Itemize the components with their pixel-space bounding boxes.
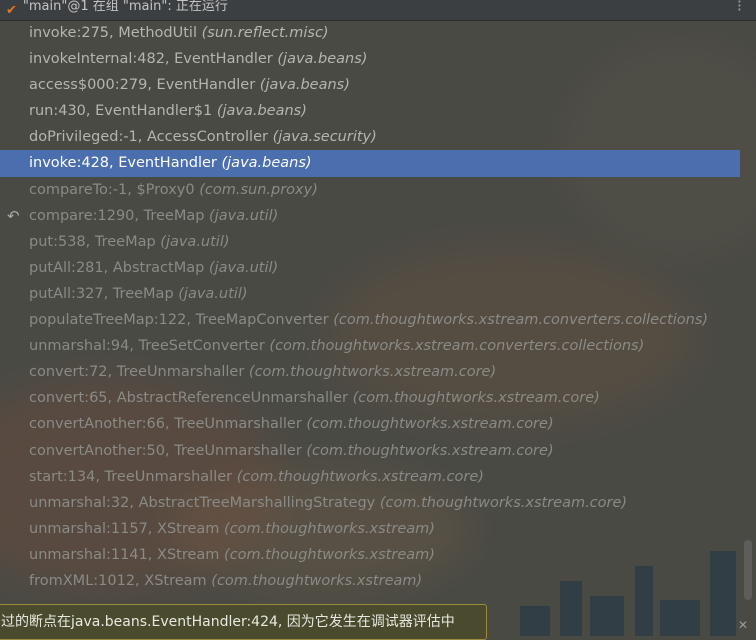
frame-method: start:134, TreeUnmarshaller [29, 468, 233, 485]
frame-method: doPrivileged:-1, AccessController [29, 129, 268, 146]
stack-frame-row[interactable]: compareTo:-1, $Proxy0 (com.sun.proxy) [0, 177, 740, 203]
frame-package: (com.sun.proxy) [199, 181, 318, 198]
scrollbar-thumb[interactable] [744, 540, 752, 600]
frame-package: (java.security) [272, 129, 377, 146]
frame-package: (sun.reflect.misc) [201, 25, 329, 41]
frame-method: run:430, EventHandler$1 [29, 103, 213, 120]
stack-frame-row[interactable]: invokeInternal:482, EventHandler (java.b… [0, 46, 740, 72]
frame-method: putAll:281, AbstractMap [29, 259, 205, 276]
return-arrow-icon: ↶ [7, 206, 20, 225]
frame-package: (com.thoughtworks.xstream.converters.col… [333, 312, 709, 329]
frame-package: (java.util) [208, 259, 279, 276]
frame-package: (com.thoughtworks.xstream.core) [306, 416, 554, 433]
stack-frame-row[interactable]: convert:72, TreeUnmarshaller (com.though… [0, 359, 740, 385]
frame-package: (com.thoughtworks.xstream.core) [248, 364, 497, 381]
frame-method: fromXML:1012, XStream [29, 572, 207, 589]
frame-package: (com.thoughtworks.xstream.converters.col… [269, 338, 645, 355]
stack-frame-row[interactable]: unmarshal:1157, XStream (com.thoughtwork… [0, 516, 740, 542]
more-icon[interactable]: ⁝ [737, 0, 742, 15]
stack-frame-row[interactable]: doPrivileged:-1, AccessController (java.… [0, 124, 740, 150]
vertical-scrollbar[interactable] [740, 20, 756, 620]
frame-method: unmarshal:94, TreeSetConverter [29, 338, 265, 355]
frame-package: (java.util) [209, 207, 279, 224]
frame-package: (com.thoughtworks.xstream) [211, 572, 423, 589]
frame-method: unmarshal:1157, XStream [29, 520, 220, 537]
stack-frame-row[interactable]: put:538, TreeMap (java.util) [0, 229, 740, 255]
frame-method: putAll:327, TreeMap [29, 285, 174, 302]
frame-package: (com.thoughtworks.xstream.core) [236, 468, 484, 485]
notice-text: 过的断点在java.beans.EventHandler:424, 因为它发生在… [1, 614, 455, 630]
frame-method: access$000:279, EventHandler [29, 77, 256, 94]
stack-frame-row[interactable]: putAll:281, AbstractMap (java.util) [0, 255, 740, 281]
frame-method: unmarshal:1141, XStream [29, 546, 220, 563]
frame-package: (com.thoughtworks.xstream.core) [352, 390, 600, 407]
stack-frame-row[interactable]: fromXML:1012, XStream (com.thoughtworks.… [0, 568, 740, 594]
frame-method: invoke:275, MethodUtil [29, 25, 197, 41]
frame-method: convert:72, TreeUnmarshaller [29, 364, 245, 381]
stack-frame-row[interactable]: invoke:275, MethodUtil (sun.reflect.misc… [0, 20, 740, 46]
stack-frame-row[interactable]: ↶ compare:1290, TreeMap (java.util) [0, 203, 740, 229]
check-icon: ✔ [6, 2, 17, 18]
frame-method: compareTo:-1, $Proxy0 [29, 181, 195, 198]
stack-frame-row[interactable]: populateTreeMap:122, TreeMapConverter (c… [0, 307, 740, 333]
frame-method: populateTreeMap:122, TreeMapConverter [29, 312, 329, 329]
frame-package: (com.thoughtworks.xstream) [224, 520, 435, 537]
frame-package: (java.beans) [277, 51, 368, 68]
frame-method: put:538, TreeMap [29, 233, 156, 250]
frame-method: invokeInternal:482, EventHandler [29, 51, 273, 68]
frame-package: (com.thoughtworks.xstream.core) [306, 442, 554, 459]
frame-package: (java.util) [160, 233, 230, 250]
stack-frame-row[interactable]: unmarshal:1141, XStream (com.thoughtwork… [0, 542, 740, 568]
close-icon[interactable]: ✕ [738, 618, 748, 632]
frame-method: convertAnother:66, TreeUnmarshaller [29, 416, 302, 433]
frame-method: convert:65, AbstractReferenceUnmarshalle… [29, 390, 348, 407]
frame-package: (com.thoughtworks.xstream.core) [379, 494, 628, 511]
thread-title-bar[interactable]: ✔ "main"@1 在组 "main": 正在运行 ⁝ [0, 0, 756, 21]
frame-method: compare:1290, TreeMap [29, 207, 205, 224]
stack-frame-row[interactable]: convertAnother:66, TreeUnmarshaller (com… [0, 411, 740, 437]
frame-package: (java.beans) [259, 77, 350, 94]
stack-frame-row[interactable]: convert:65, AbstractReferenceUnmarshalle… [0, 385, 740, 411]
frame-method: unmarshal:32, AbstractTreeMarshallingStr… [29, 494, 376, 511]
stack-frame-row[interactable]: access$000:279, EventHandler (java.beans… [0, 72, 740, 98]
frame-package: (com.thoughtworks.xstream) [224, 546, 435, 563]
stack-frame-list[interactable]: invoke:275, MethodUtil (sun.reflect.misc… [0, 20, 740, 594]
thread-title: "main"@1 在组 "main": 正在运行 [22, 0, 228, 14]
frame-package: (java.beans) [221, 155, 312, 172]
stack-frame-row[interactable]: start:134, TreeUnmarshaller (com.thought… [0, 464, 740, 490]
stack-frame-row[interactable]: run:430, EventHandler$1 (java.beans) [0, 98, 740, 124]
breakpoint-skipped-notice: 过的断点在java.beans.EventHandler:424, 因为它发生在… [0, 604, 487, 640]
frame-method: convertAnother:50, TreeUnmarshaller [29, 442, 302, 459]
frame-method: invoke:428, EventHandler [29, 155, 217, 172]
frame-package: (java.util) [178, 285, 248, 302]
stack-frame-row[interactable]: convertAnother:50, TreeUnmarshaller (com… [0, 438, 740, 464]
stack-frame-row[interactable]: invoke:428, EventHandler (java.beans) [0, 150, 740, 177]
stack-frame-row[interactable]: unmarshal:32, AbstractTreeMarshallingStr… [0, 490, 740, 516]
frame-package: (java.beans) [216, 103, 307, 120]
stack-frame-row[interactable]: putAll:327, TreeMap (java.util) [0, 281, 740, 307]
stack-frame-row[interactable]: unmarshal:94, TreeSetConverter (com.thou… [0, 333, 740, 359]
